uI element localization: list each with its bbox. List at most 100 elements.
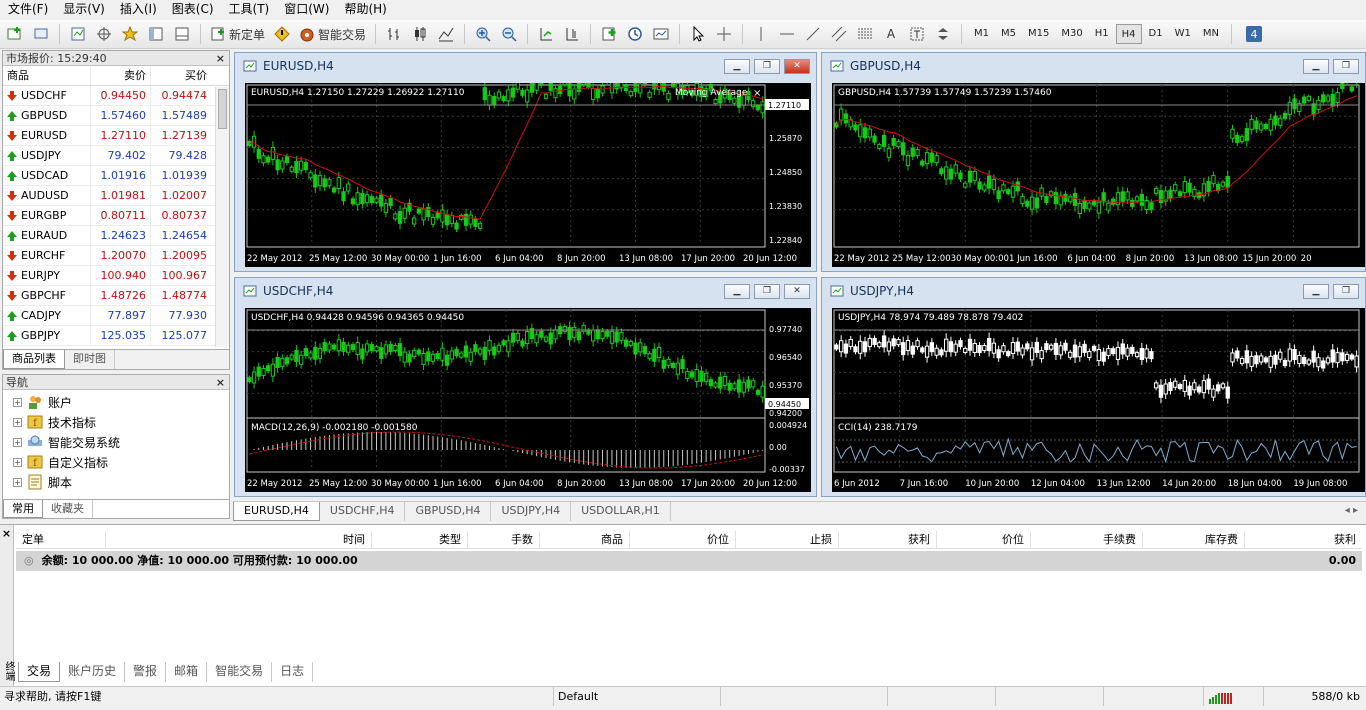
tab-experts[interactable]: 智能交易 — [207, 662, 273, 682]
symbol-row[interactable]: EURAUD 1.24623 1.24654 — [3, 226, 229, 246]
col-swap[interactable]: 库存费 — [1143, 531, 1245, 548]
menu-item[interactable]: 帮助(H) — [338, 0, 395, 18]
strategy-tester-button[interactable] — [171, 23, 193, 45]
expert-advisor-button[interactable]: 智能交易 — [297, 23, 368, 45]
fibonacci-button[interactable] — [854, 23, 876, 45]
col-order[interactable]: 定单 — [16, 531, 106, 548]
timeframe-m5[interactable]: M5 — [996, 24, 1021, 44]
tab-chart-usdchf[interactable]: USDCHF,H4 — [320, 502, 406, 521]
expand-icon[interactable]: + — [13, 477, 22, 487]
tab-symbols[interactable]: 商品列表 — [3, 350, 65, 369]
indicators-button[interactable] — [598, 23, 620, 45]
tab-common[interactable]: 常用 — [3, 500, 43, 518]
menu-item[interactable]: 插入(I) — [114, 0, 166, 18]
symbol-row[interactable]: AUDUSD 1.01981 1.02007 — [3, 186, 229, 206]
expand-icon[interactable]: + — [13, 457, 22, 467]
zoom-out-button[interactable] — [498, 23, 520, 45]
close-button[interactable]: ✕ — [784, 284, 810, 299]
col-profit[interactable]: 获利 — [1245, 531, 1362, 548]
chart-window-usdjpy[interactable]: USDJPY,H4 ▁ ❐ USDJPY,H4 78.974 79.489 78.… — [821, 277, 1366, 497]
col-takeprofit[interactable]: 获利 — [839, 531, 937, 548]
periodicity-button[interactable] — [624, 23, 646, 45]
symbol-row[interactable]: EURCHF 1.20070 1.20095 — [3, 246, 229, 266]
templates-button[interactable] — [650, 23, 672, 45]
chart-canvas[interactable]: USDJPY,H4 78.974 79.489 78.878 79.402 CCI… — [832, 308, 1365, 492]
close-icon[interactable]: × — [216, 51, 229, 65]
text-label-button[interactable] — [906, 23, 928, 45]
menu-item[interactable]: 显示(V) — [57, 0, 114, 18]
nav-item-indicators[interactable]: + f 技术指标 — [3, 412, 229, 432]
menu-item[interactable]: 文件(F) — [2, 0, 57, 18]
symbol-row[interactable]: USDCAD 1.01916 1.01939 — [3, 166, 229, 186]
minimize-button[interactable]: ▁ — [1303, 59, 1329, 74]
navigator-button[interactable] — [119, 23, 141, 45]
profiles-button[interactable] — [30, 23, 52, 45]
minimize-button[interactable]: ▁ — [724, 284, 750, 299]
close-icon[interactable]: × — [216, 375, 229, 389]
symbol-row[interactable]: GBPJPY 125.035 125.077 — [3, 326, 229, 346]
menu-item[interactable]: 图表(C) — [166, 0, 223, 18]
market-watch-button[interactable] — [67, 23, 89, 45]
arrows-button[interactable] — [932, 23, 954, 45]
minimize-button[interactable]: ▁ — [1303, 284, 1329, 299]
col-bid[interactable]: 卖价 — [91, 66, 151, 85]
timeframe-mn[interactable]: MN — [1198, 24, 1224, 44]
menu-item[interactable]: 窗口(W) — [278, 0, 338, 18]
timeframe-h4[interactable]: H4 — [1115, 24, 1142, 44]
expand-icon[interactable]: + — [13, 437, 22, 447]
metaeditor-button[interactable] — [271, 23, 293, 45]
symbol-row[interactable]: USDJPY 79.402 79.428 — [3, 146, 229, 166]
timeframe-h1[interactable]: H1 — [1090, 24, 1114, 44]
tab-journal[interactable]: 日志 — [272, 662, 314, 682]
nav-item-scripts[interactable]: + 脚本 — [3, 472, 229, 492]
cursor-button[interactable] — [687, 23, 709, 45]
candlestick-button[interactable] — [409, 23, 431, 45]
col-commission[interactable]: 手续费 — [1031, 531, 1143, 548]
chart-shift-button[interactable] — [561, 23, 583, 45]
symbol-row[interactable]: GBPUSD 1.57460 1.57489 — [3, 106, 229, 126]
symbol-row[interactable]: CADJPY 77.897 77.930 — [3, 306, 229, 326]
restore-button[interactable]: ❐ — [754, 59, 780, 74]
restore-button[interactable]: ❐ — [1333, 284, 1359, 299]
new-order-button[interactable]: 新定单 — [208, 23, 267, 45]
terminal-button[interactable] — [145, 23, 167, 45]
chart-title-bar[interactable]: USDJPY,H4 — [822, 278, 1365, 304]
text-button[interactable]: A — [880, 23, 902, 45]
tab-mailbox[interactable]: 邮箱 — [166, 662, 208, 682]
expand-icon[interactable]: + — [13, 397, 22, 407]
market-watch-scrollbar[interactable] — [215, 87, 229, 347]
col-symbol[interactable]: 商品 — [540, 531, 630, 548]
nav-item-accounts[interactable]: + 账户 — [3, 392, 229, 412]
tab-trade[interactable]: 交易 — [18, 662, 61, 682]
expand-icon[interactable]: + — [13, 417, 22, 427]
minimize-button[interactable]: ▁ — [724, 59, 750, 74]
chart-canvas[interactable]: EURUSD,H4 1.27150 1.27229 1.26922 1.2711… — [245, 83, 811, 267]
col-price-current[interactable]: 价位 — [937, 531, 1031, 548]
balance-row[interactable]: ◎ 余额: 10 000.00 净值: 10 000.00 可用预付款: 10 0… — [16, 551, 1362, 571]
horizontal-line-button[interactable] — [776, 23, 798, 45]
menu-item[interactable]: 工具(T) — [223, 0, 279, 18]
col-symbol[interactable]: 商品 — [3, 66, 91, 85]
chart-window-eurusd[interactable]: EURUSD,H4 ▁ ❐ ✕ EURUSD,H4 1.27150 1.27229 … — [234, 52, 817, 272]
timeframe-m15[interactable]: M15 — [1023, 24, 1054, 44]
symbol-row[interactable]: GBPCHF 1.48726 1.48774 — [3, 286, 229, 306]
col-time[interactable]: 时间 — [106, 531, 372, 548]
vertical-line-button[interactable] — [750, 23, 772, 45]
restore-button[interactable]: ❐ — [754, 284, 780, 299]
nav-item-experts[interactable]: + 智能交易系统 — [3, 432, 229, 452]
chart-canvas[interactable]: GBPUSD,H4 1.57739 1.57749 1.57239 1.5746… — [832, 83, 1365, 267]
tab-alerts[interactable]: 警报 — [125, 662, 167, 682]
tab-favorites[interactable]: 收藏夹 — [43, 500, 93, 518]
tabs-scroll-arrows[interactable]: ◂ ▸ — [1345, 502, 1358, 520]
timeframe-w1[interactable]: W1 — [1170, 24, 1196, 44]
equidistant-channel-button[interactable] — [828, 23, 850, 45]
tab-tick-chart[interactable]: 即时图 — [65, 350, 115, 369]
chart-title-bar[interactable]: GBPUSD,H4 — [822, 53, 1365, 79]
nav-item-custom-indicators[interactable]: + f 自定义指标 — [3, 452, 229, 472]
col-lots[interactable]: 手数 — [468, 531, 540, 548]
col-type[interactable]: 类型 — [372, 531, 468, 548]
window-count-icon[interactable]: 4 — [1243, 23, 1265, 45]
timeframe-d1[interactable]: D1 — [1144, 24, 1168, 44]
chart-canvas[interactable]: USDCHF,H4 0.94428 0.94596 0.94365 0.9445… — [245, 308, 811, 492]
timeframe-m30[interactable]: M30 — [1056, 24, 1087, 44]
